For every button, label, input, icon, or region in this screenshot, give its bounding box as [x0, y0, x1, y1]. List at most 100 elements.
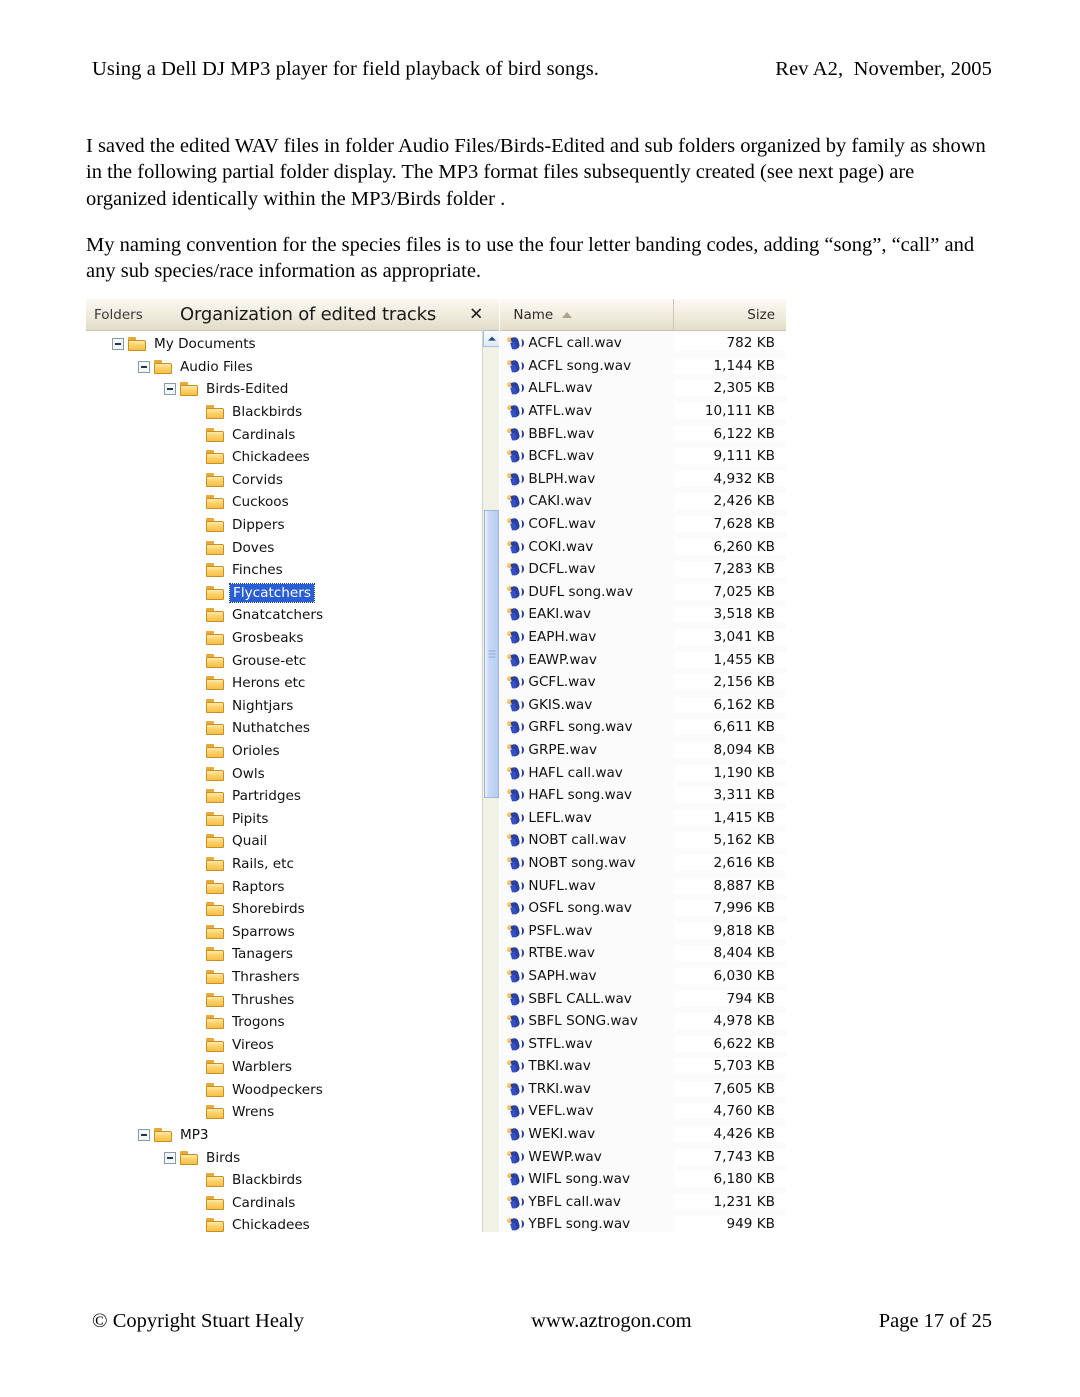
tree-item-my-documents[interactable]: My Documents — [86, 333, 499, 356]
collapse-minus-icon[interactable] — [164, 383, 176, 396]
file-row[interactable]: NOBT call.wav 5,162 KB — [500, 829, 786, 852]
tree-item-label: Raptors — [232, 878, 285, 895]
file-row[interactable]: WIFL song.wav 6,180 KB — [500, 1168, 786, 1191]
tree-item-birds-edited[interactable]: Birds-Edited — [86, 378, 499, 401]
tree-item-trogons[interactable]: Trogons — [86, 1011, 499, 1034]
tree-item-pipits[interactable]: Pipits — [86, 807, 499, 830]
file-row[interactable]: RTBE.wav 8,404 KB — [500, 942, 786, 965]
file-row[interactable]: BBFL.wav 6,122 KB — [500, 422, 786, 445]
file-row[interactable]: DUFL song.wav 7,025 KB — [500, 581, 786, 604]
tree-item-orioles[interactable]: Orioles — [86, 740, 499, 763]
file-row[interactable]: OSFL song.wav 7,996 KB — [500, 897, 786, 920]
file-row[interactable]: WEKI.wav 4,426 KB — [500, 1123, 786, 1146]
file-row[interactable]: EAKI.wav 3,518 KB — [500, 603, 786, 626]
tree-item-shorebirds[interactable]: Shorebirds — [86, 898, 499, 921]
file-row[interactable]: EAWP.wav 1,455 KB — [500, 648, 786, 671]
file-row[interactable]: COKI.wav 6,260 KB — [500, 535, 786, 558]
file-row[interactable]: LEFL.wav 1,415 KB — [500, 806, 786, 829]
tree-item-nuthatches[interactable]: Nuthatches — [86, 717, 499, 740]
file-row[interactable]: HAFL call.wav 1,190 KB — [500, 761, 786, 784]
file-row[interactable]: YBFL call.wav 1,231 KB — [500, 1191, 786, 1214]
file-row[interactable]: GCFL.wav 2,156 KB — [500, 671, 786, 694]
file-row[interactable]: EAPH.wav 3,041 KB — [500, 626, 786, 649]
tree-item-blackbirds[interactable]: Blackbirds — [86, 1169, 499, 1192]
file-row[interactable]: PSFL.wav 9,818 KB — [500, 919, 786, 942]
tree-item-warblers[interactable]: Warblers — [86, 1056, 499, 1079]
tree-item-tanagers[interactable]: Tanagers — [86, 943, 499, 966]
file-row[interactable]: ALFL.wav 2,305 KB — [500, 377, 786, 400]
tree-item-herons-etc[interactable]: Herons etc — [86, 672, 499, 695]
file-row[interactable]: BLPH.wav 4,932 KB — [500, 468, 786, 491]
file-row[interactable]: DCFL.wav 7,283 KB — [500, 558, 786, 581]
tree-item-grosbeaks[interactable]: Grosbeaks — [86, 627, 499, 650]
tree-item-vireos[interactable]: Vireos — [86, 1033, 499, 1056]
tree-item-audio-files[interactable]: Audio Files — [86, 356, 499, 379]
file-row[interactable]: VEFL.wav 4,760 KB — [500, 1100, 786, 1123]
tree-item-blackbirds[interactable]: Blackbirds — [86, 401, 499, 424]
tree-item-partridges[interactable]: Partridges — [86, 785, 499, 808]
column-header-size[interactable]: Size — [674, 299, 786, 330]
file-row[interactable]: NUFL.wav 8,887 KB — [500, 874, 786, 897]
tree-item-wrens[interactable]: Wrens — [86, 1101, 499, 1124]
file-row[interactable]: GKIS.wav 6,162 KB — [500, 694, 786, 717]
file-row[interactable]: HAFL song.wav 3,311 KB — [500, 784, 786, 807]
collapse-minus-icon[interactable] — [112, 338, 124, 351]
file-row[interactable]: ACFL call.wav 782 KB — [500, 332, 786, 355]
collapse-minus-icon[interactable] — [138, 1129, 150, 1142]
tree-item-owls[interactable]: Owls — [86, 762, 499, 785]
tree-item-grouse-etc[interactable]: Grouse-etc — [86, 649, 499, 672]
tree-item-doves[interactable]: Doves — [86, 536, 499, 559]
file-row[interactable]: WEWP.wav 7,743 KB — [500, 1145, 786, 1168]
tree-item-chickadees[interactable]: Chickadees — [86, 446, 499, 469]
collapse-minus-icon[interactable] — [138, 360, 150, 373]
tree-item-thrushes[interactable]: Thrushes — [86, 988, 499, 1011]
file-row[interactable]: GRPE.wav 8,094 KB — [500, 739, 786, 762]
tree-item-mp3[interactable]: MP3 — [86, 1124, 499, 1147]
tree-item-birds[interactable]: Birds — [86, 1146, 499, 1169]
file-row[interactable]: ACFL song.wav 1,144 KB — [500, 355, 786, 378]
tree-item-raptors[interactable]: Raptors — [86, 875, 499, 898]
file-row[interactable]: TBKI.wav 5,703 KB — [500, 1055, 786, 1078]
tree-item-sparrows[interactable]: Sparrows — [86, 920, 499, 943]
close-icon[interactable]: ✕ — [469, 306, 483, 323]
tree-item-quail[interactable]: Quail — [86, 830, 499, 853]
tree-item-rails-etc[interactable]: Rails, etc — [86, 853, 499, 876]
tree-item-flycatchers[interactable]: Flycatchers — [86, 582, 499, 605]
file-row[interactable]: TRKI.wav 7,605 KB — [500, 1078, 786, 1101]
file-row[interactable]: YBFL song.wav 949 KB — [500, 1213, 786, 1232]
file-row[interactable]: NOBT song.wav 2,616 KB — [500, 852, 786, 875]
file-row[interactable]: ATFL.wav 10,111 KB — [500, 400, 786, 423]
file-row[interactable]: COFL.wav 7,628 KB — [500, 513, 786, 536]
tree-item-cardinals[interactable]: Cardinals — [86, 423, 499, 446]
tree-item-woodpeckers[interactable]: Woodpeckers — [86, 1079, 499, 1102]
folder-icon — [206, 879, 224, 894]
tree-item-chickadees[interactable]: Chickadees — [86, 1214, 499, 1232]
tree-item-gnatcatchers[interactable]: Gnatcatchers — [86, 604, 499, 627]
file-row[interactable]: SBFL SONG.wav 4,978 KB — [500, 1010, 786, 1033]
scroll-up-arrow-icon[interactable] — [483, 330, 501, 347]
scrollbar-thumb[interactable] — [484, 510, 500, 798]
file-row[interactable]: BCFL.wav 9,111 KB — [500, 445, 786, 468]
file-list[interactable]: ACFL call.wav 782 KB ACFL song.wav 1,144 KB… — [500, 331, 786, 1232]
collapse-minus-icon[interactable] — [164, 1151, 176, 1164]
tree-item-dippers[interactable]: Dippers — [86, 514, 499, 537]
tree-item-thrashers[interactable]: Thrashers — [86, 966, 499, 989]
tree-item-finches[interactable]: Finches — [86, 559, 499, 582]
file-row[interactable]: SBFL CALL.wav 794 KB — [500, 987, 786, 1010]
column-header-name[interactable]: Name — [500, 299, 674, 330]
tree-item-cardinals[interactable]: Cardinals — [86, 1192, 499, 1215]
file-row[interactable]: CAKI.wav 2,426 KB — [500, 490, 786, 513]
tree-item-corvids[interactable]: Corvids — [86, 469, 499, 492]
file-row[interactable]: STFL.wav 6,622 KB — [500, 1032, 786, 1055]
folder-tree-list[interactable]: My Documents Audio Files Birds-Edited Black… — [86, 331, 500, 1232]
file-row[interactable]: GRFL song.wav 6,611 KB — [500, 716, 786, 739]
file-row[interactable]: SAPH.wav 6,030 KB — [500, 965, 786, 988]
tree-vertical-scrollbar[interactable] — [482, 330, 501, 1232]
tree-item-cuckoos[interactable]: Cuckoos — [86, 491, 499, 514]
tree-item-nightjars[interactable]: Nightjars — [86, 695, 499, 718]
file-list-column-headers: Name Size — [500, 299, 786, 331]
file-name-label: GRPE.wav — [528, 741, 597, 758]
file-size-cell: 6,122 KB — [674, 425, 786, 442]
